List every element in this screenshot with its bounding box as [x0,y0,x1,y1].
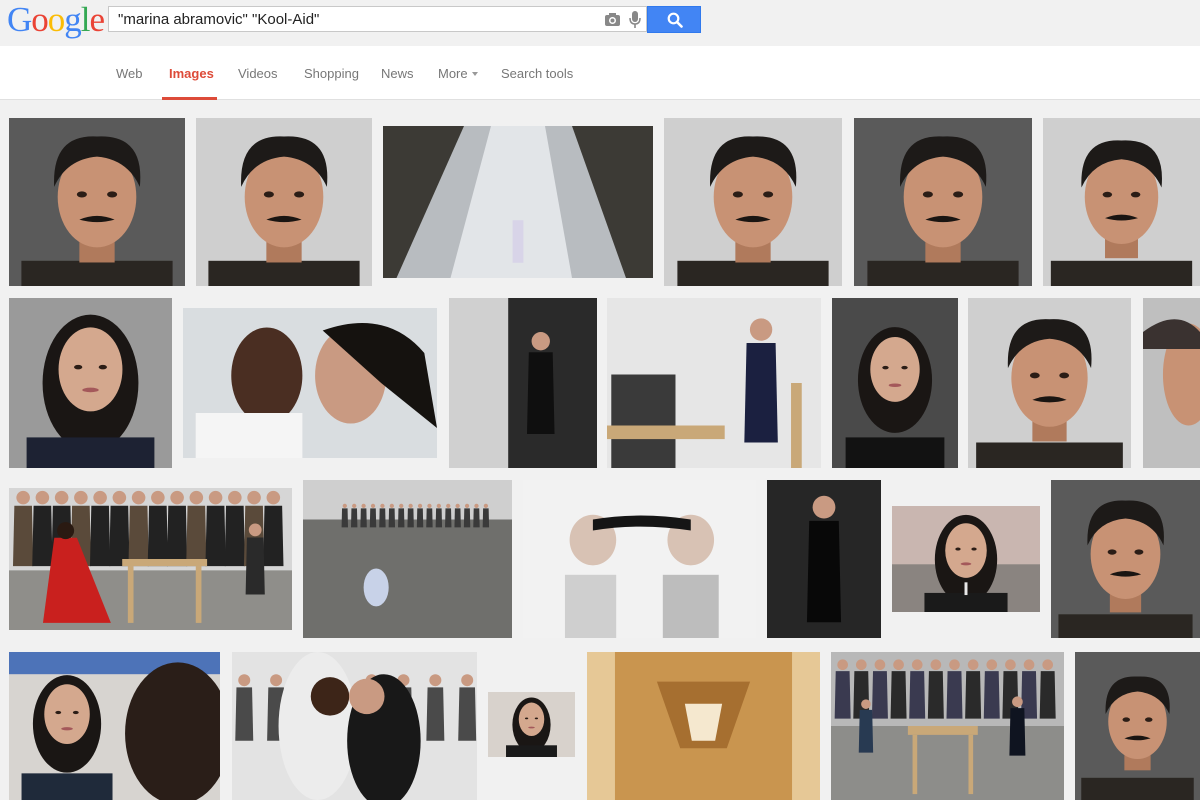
tab-more-label: More [438,66,468,81]
thumbnail-wooden-interior [587,652,820,800]
image-result-25[interactable] [1075,652,1200,800]
image-result-4[interactable] [664,118,842,286]
thumbnail-woman-black-dress-bw [449,298,597,468]
image-result-1[interactable] [9,118,185,286]
tab-videos[interactable]: Videos [238,66,278,81]
logo-letter: G [7,0,32,39]
image-result-20[interactable] [9,652,220,800]
logo-letter: l [80,0,91,39]
image-result-23[interactable] [587,652,820,800]
thumbnail-man-portrait-mustache [1043,118,1200,286]
image-result-21[interactable] [232,652,477,800]
thumbnail-seated-performance-crowd [831,652,1064,800]
image-result-10[interactable] [607,298,821,468]
thumbnail-woman-seated-table [607,298,821,468]
thumbnail-man-portrait-mustache [9,118,185,286]
tab-more[interactable]: More [438,66,478,81]
image-result-6[interactable] [1043,118,1200,286]
image-result-13[interactable] [1143,298,1200,468]
image-result-12[interactable] [968,298,1131,468]
magnifier-icon [667,12,683,28]
image-result-24[interactable] [831,652,1064,800]
thumbnail-woman-red-lips [832,298,958,468]
search-query[interactable]: "marina abramovic" "Kool-Aid" [118,11,319,28]
image-result-9[interactable] [449,298,597,468]
thumbnail-woman-black-gown [767,480,881,638]
image-result-22[interactable] [488,692,575,757]
tab-news[interactable]: News [381,66,414,81]
image-result-18[interactable] [892,506,1040,612]
search-button[interactable] [647,6,701,33]
image-result-15[interactable] [303,480,512,638]
logo-letter: g [64,0,81,39]
thumbnail-woman-cross-necklace [892,506,1040,612]
image-result-14[interactable] [9,488,292,630]
thumbnail-man-portrait-mustache [196,118,372,286]
thumbnail-man-portrait-partial [1143,298,1200,468]
thumbnail-man-portrait-mustache [854,118,1032,286]
thumbnail-man-portrait-mustache [1051,480,1200,638]
logo-letter: o [47,0,65,39]
google-logo[interactable]: Google [7,0,106,40]
tab-shopping[interactable]: Shopping [304,66,359,81]
thumbnail-embrace-crowd [232,652,477,800]
tab-search-tools[interactable]: Search tools [501,66,573,81]
logo-letter: e [89,0,106,39]
active-tab-indicator [162,97,217,100]
thumbnail-man-portrait-mustache [968,298,1131,468]
image-result-16[interactable] [523,480,756,638]
search-tabs: Web Images Videos Shopping News More Sea… [0,46,1200,100]
thumbnail-two-people-foreheads [183,308,437,458]
image-result-11[interactable] [832,298,958,468]
image-result-7[interactable] [9,298,172,468]
logo-letter: o [31,0,48,39]
thumbnail-gallery-floor [303,480,512,638]
image-result-8[interactable] [183,308,437,458]
tab-images[interactable]: Images [169,66,214,81]
thumbnail-woman-portrait [9,298,172,468]
thumbnail-two-profiles-hair-tied [523,480,756,638]
camera-icon[interactable] [604,12,621,27]
top-bar: Google "marina abramovic" "Kool-Aid" [0,0,1200,46]
image-result-5[interactable] [854,118,1032,286]
search-input[interactable]: "marina abramovic" "Kool-Aid" [108,6,647,32]
thumbnail-waterfall [383,126,653,278]
thumbnail-man-portrait-mustache [664,118,842,286]
tab-web[interactable]: Web [116,66,143,81]
chevron-down-icon [471,72,478,76]
image-result-2[interactable] [196,118,372,286]
thumbnail-woman-crowd [9,652,220,800]
microphone-icon[interactable] [629,10,641,29]
thumbnail-man-portrait-mustache [1075,652,1200,800]
thumbnail-red-dress-seated-performance [9,488,292,630]
image-result-19[interactable] [1051,480,1200,638]
image-result-17[interactable] [767,480,881,638]
image-result-3[interactable] [383,126,653,278]
thumbnail-woman-small-portrait [488,692,575,757]
